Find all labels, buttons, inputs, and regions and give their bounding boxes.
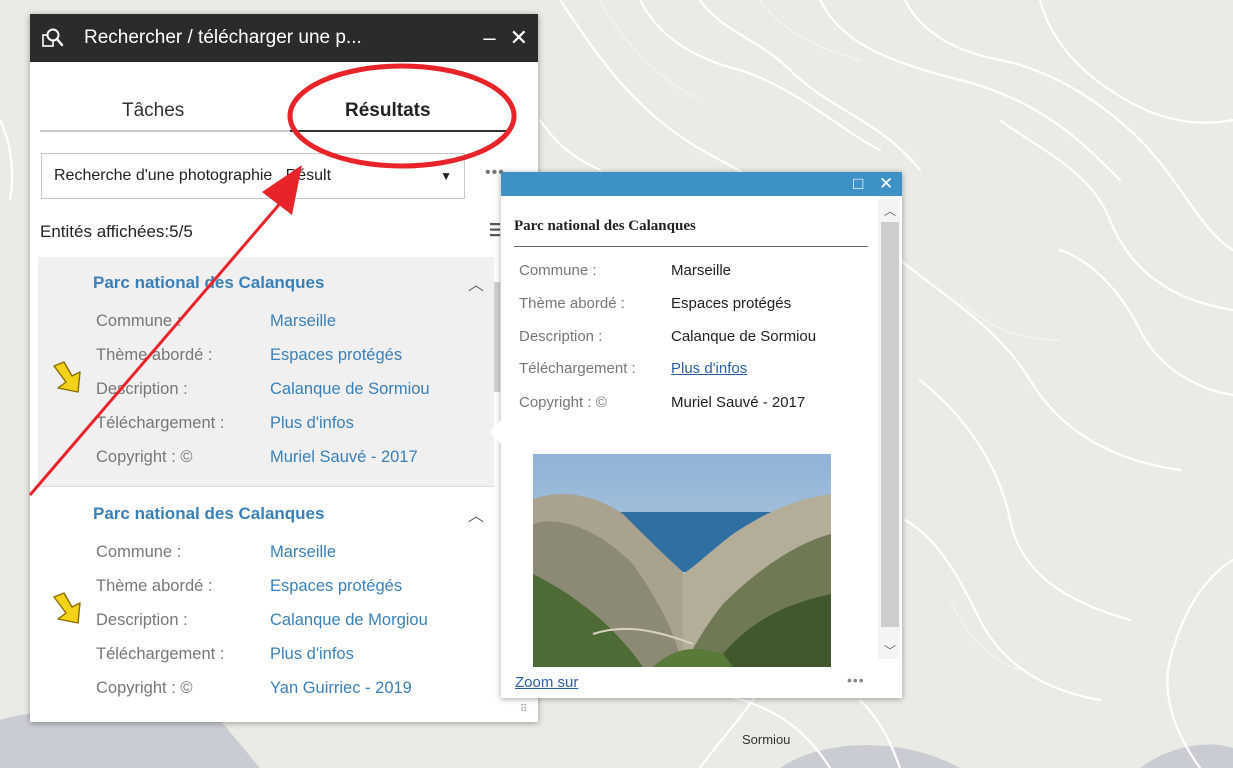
result-item[interactable]: Parc national des Calanques ︿ Commune : … [38, 488, 494, 717]
field-value: Espaces protégés [270, 577, 403, 595]
field-value: Calanque de Sormiou [270, 380, 430, 398]
yellow-arrow-icon [53, 592, 81, 624]
caret-down-icon: ▼ [440, 169, 452, 183]
result-title[interactable]: Parc national des Calanques [93, 273, 324, 293]
popup-pointer [489, 420, 501, 444]
field-label: Copyright : © [96, 679, 193, 697]
feature-count: Entités affichées:5/5 [40, 222, 193, 241]
tab-tasks[interactable]: Tâches [122, 100, 184, 122]
field-label: Téléchargement : [96, 645, 225, 663]
results-list: Parc national des Calanques ︿ Commune : … [38, 257, 494, 717]
feature-popup: □ ✕ ︿ ﹀ Parc national des Calanques Comm… [489, 172, 902, 698]
popup-field-label: Copyright : © [519, 394, 607, 411]
map-place-label: Sormiou [742, 732, 791, 747]
field-label: Description : [96, 380, 188, 398]
tab-results[interactable]: Résultats [345, 100, 431, 122]
calanque-photo[interactable] [533, 454, 831, 667]
result-item[interactable]: Parc national des Calanques ︿ Commune : … [38, 257, 494, 487]
collapse-icon[interactable]: ︿ [468, 502, 484, 526]
popup-field-value: Muriel Sauvé - 2017 [671, 394, 806, 411]
maximize-button[interactable]: □ [853, 173, 863, 195]
panel-tabs: Tâches Résultats [40, 94, 510, 132]
scroll-down-icon[interactable]: ﹀ [884, 642, 896, 659]
collapse-icon[interactable]: ︿ [468, 271, 484, 295]
popup-field-label: Thème abordé : [519, 295, 625, 312]
panel-header[interactable]: Rechercher / télécharger une p... – ✕ [30, 14, 538, 62]
field-value: Calanque de Morgiou [270, 611, 428, 629]
close-button[interactable]: ✕ [510, 27, 528, 49]
field-label: Commune : [96, 312, 182, 330]
search-widget-icon [42, 28, 64, 47]
resize-grip-icon[interactable]: ⠿ [520, 704, 527, 715]
popup-field-label: Description : [519, 328, 603, 345]
popup-field-value: Calanque de Sormiou [671, 328, 817, 345]
results-scrollbar[interactable] [494, 282, 500, 392]
search-download-panel: Rechercher / télécharger une p... – ✕ Tâ… [30, 14, 538, 722]
field-value: Marseille [270, 312, 337, 330]
field-label: Téléchargement : [96, 414, 225, 432]
zoom-to-link[interactable]: Zoom sur [515, 674, 578, 691]
yellow-arrow-icon [53, 361, 81, 393]
popup-close-button[interactable]: ✕ [879, 173, 893, 195]
field-label: Thème abordé : [96, 346, 213, 364]
search-layer-select-value: Recherche d'une photographie _Résult [54, 167, 332, 184]
list-menu-icon[interactable] [490, 222, 500, 238]
field-value: Espaces protégés [270, 346, 403, 364]
field-value: Yan Guirriec - 2019 [270, 679, 412, 697]
popup-header: □ ✕ [501, 172, 902, 196]
field-value: Muriel Sauvé - 2017 [270, 448, 418, 466]
popup-more-info-link[interactable]: Plus d'infos [671, 360, 747, 377]
popup-field-value: Marseille [671, 262, 732, 279]
popup-field-label: Commune : [519, 262, 597, 279]
active-tab-indicator [290, 130, 510, 132]
popup-field-value: Espaces protégés [671, 295, 792, 312]
field-value: Marseille [270, 543, 337, 561]
more-info-link[interactable]: Plus d'infos [270, 414, 354, 433]
popup-scroll-thumb[interactable] [881, 222, 899, 627]
field-label: Thème abordé : [96, 577, 213, 595]
popup-field-label: Téléchargement : [519, 360, 636, 377]
result-title[interactable]: Parc national des Calanques [93, 504, 324, 524]
minimize-button[interactable]: – [483, 27, 495, 49]
field-label: Description : [96, 611, 188, 629]
scroll-up-icon[interactable]: ︿ [884, 202, 896, 219]
popup-title: Parc national des Calanques [514, 218, 868, 247]
field-label: Copyright : © [96, 448, 193, 466]
field-label: Commune : [96, 543, 182, 561]
panel-title: Rechercher / télécharger une p... [84, 27, 362, 48]
more-info-link[interactable]: Plus d'infos [270, 645, 354, 664]
popup-more-button[interactable]: ••• [847, 672, 865, 688]
search-layer-select[interactable]: Recherche d'une photographie _Résult ▼ [41, 153, 465, 199]
